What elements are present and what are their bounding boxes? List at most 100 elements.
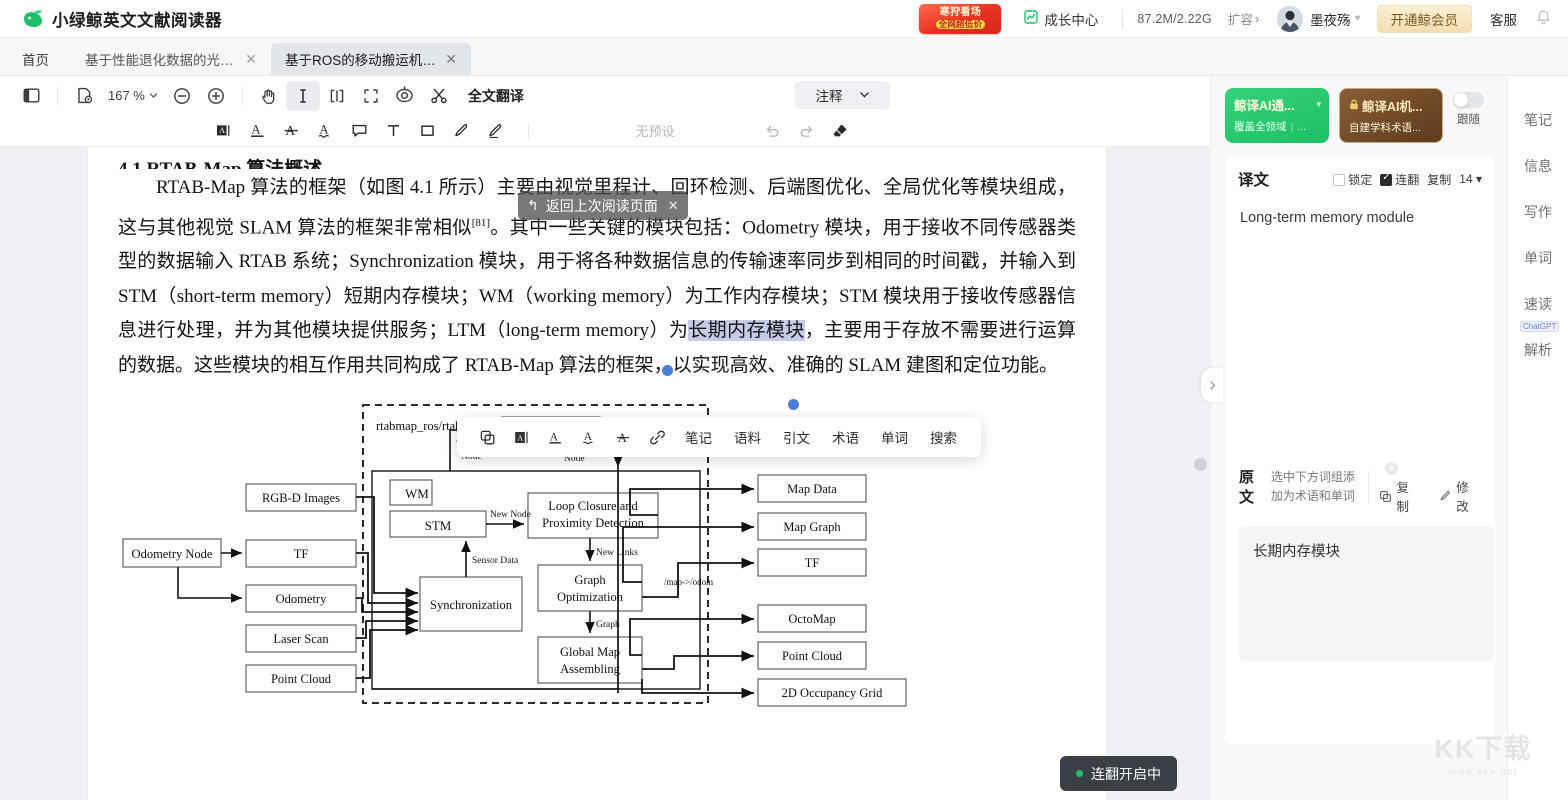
- tab-home[interactable]: 首页: [0, 43, 71, 75]
- undo-icon[interactable]: [755, 117, 789, 145]
- strike-a-icon[interactable]: A: [606, 422, 640, 452]
- chevron-down-icon: [859, 88, 870, 103]
- user-name[interactable]: 墨夜殇: [1310, 9, 1351, 29]
- promo-badge[interactable]: 寒狩看场 全网超低价: [919, 4, 1001, 34]
- original-text: 长期内存模块: [1253, 544, 1340, 560]
- rail-item-info[interactable]: 信息: [1524, 156, 1552, 176]
- close-icon[interactable]: ✕: [1385, 462, 1398, 475]
- selection-action-word[interactable]: 单词: [870, 427, 919, 447]
- squiggly-underline-tool[interactable]: A: [308, 117, 342, 145]
- vip-subscribe-button[interactable]: 开通鲸会员: [1377, 5, 1473, 33]
- full-translate-button[interactable]: 全文翻译: [468, 86, 524, 106]
- checkbox-box: [1333, 174, 1345, 186]
- redo-icon[interactable]: [789, 117, 823, 145]
- document-viewport[interactable]: 4.1 RTAB-Map 算法概述 RTAB-Map 算法的框架（如图 4.1 …: [0, 147, 1210, 800]
- pen-tool[interactable]: [444, 117, 478, 145]
- rail-item-words[interactable]: 单词: [1524, 248, 1552, 268]
- strikethrough-tool[interactable]: A: [274, 117, 308, 145]
- snip-tool-icon[interactable]: [422, 81, 456, 111]
- support-link[interactable]: 客服: [1490, 9, 1517, 29]
- copy-original-button[interactable]: 复制: [1379, 477, 1421, 515]
- selection-action-citation[interactable]: 引文: [772, 427, 821, 447]
- sticky-note-tool[interactable]: [342, 117, 376, 145]
- sidebar-panel-icon[interactable]: [14, 81, 48, 111]
- collapse-panel-button[interactable]: [1201, 368, 1223, 402]
- back-to-last-page-label: 返回上次阅读页面: [546, 196, 658, 216]
- annotation-mode-select[interactable]: 注释: [795, 81, 890, 109]
- follow-toggle[interactable]: [1453, 92, 1484, 108]
- hand-tool-icon[interactable]: [252, 81, 286, 111]
- zoom-in-icon[interactable]: [199, 81, 233, 111]
- zoom-out-icon[interactable]: [165, 81, 199, 111]
- original-hint: 选中下方词组添 加为术语和单词 ✕: [1271, 468, 1361, 506]
- original-text-box[interactable]: 长期内存模块: [1239, 526, 1494, 661]
- lock-checkbox[interactable]: 锁定: [1333, 171, 1372, 188]
- tab-document-1[interactable]: 基于性能退化数据的光纤... ✕: [71, 43, 271, 75]
- scroll-position-dot[interactable]: [1194, 458, 1207, 471]
- chain-translate-checkbox[interactable]: 连翻: [1380, 171, 1419, 188]
- chevron-down-icon[interactable]: ▾: [1316, 99, 1321, 110]
- rail-item-writing[interactable]: 写作: [1524, 202, 1552, 222]
- rail-item-speedread[interactable]: 速读: [1524, 294, 1552, 314]
- selection-handle-end[interactable]: [788, 399, 799, 410]
- selection-action-search[interactable]: 搜索: [919, 427, 968, 447]
- toolbar-divider: [57, 87, 58, 105]
- selection-action-corpus[interactable]: 语料: [723, 427, 772, 447]
- promo-line2: 全网超低价: [936, 20, 986, 29]
- expand-storage-link[interactable]: 扩容 ›: [1228, 9, 1259, 28]
- close-icon[interactable]: ✕: [445, 51, 457, 68]
- citation-ref[interactable]: [81]: [472, 217, 490, 229]
- svg-text:OctoMap: OctoMap: [788, 612, 835, 626]
- text-tool[interactable]: [376, 117, 410, 145]
- rail-item-notes[interactable]: 笔记: [1524, 110, 1552, 130]
- preset-input[interactable]: 无预设: [555, 118, 755, 144]
- original-hint-line2: 加为术语和单词: [1271, 489, 1355, 503]
- back-to-last-page-button[interactable]: ↰ 返回上次阅读页面 ✕: [518, 191, 688, 220]
- engine-card-secondary[interactable]: 鲸译AI机... 自建学科术语...: [1339, 88, 1443, 143]
- squiggly-a-icon[interactable]: A: [572, 422, 606, 452]
- edge-label-new-node: New Node: [490, 510, 531, 520]
- chevron-down-icon: ▾: [1476, 172, 1482, 186]
- text-cursor-icon[interactable]: [286, 81, 320, 111]
- fullscreen-icon[interactable]: [354, 81, 388, 111]
- storage-quota: 87.2M/2.22G: [1137, 12, 1211, 26]
- selection-handle-start[interactable]: [662, 365, 673, 376]
- rail-item-analysis[interactable]: ChatGPT 解析: [1524, 340, 1552, 360]
- edit-original-button[interactable]: 修改: [1439, 477, 1481, 515]
- copy-translation-button[interactable]: 复制: [1427, 171, 1451, 188]
- zoom-level-control[interactable]: 167 %: [101, 88, 165, 103]
- eraser-icon[interactable]: [823, 117, 857, 145]
- engine-card-primary[interactable]: 鲸译AI通... ▾ 覆盖全领域 | ...: [1225, 88, 1329, 143]
- selection-action-note[interactable]: 笔记: [674, 427, 723, 447]
- svg-text:Loop Closure and: Loop Closure and: [548, 499, 638, 513]
- page-thumbnail-icon[interactable]: [67, 81, 101, 111]
- svg-text:A: A: [549, 431, 558, 443]
- eye-protect-icon[interactable]: [388, 81, 422, 111]
- copy-icon[interactable]: [470, 422, 504, 452]
- header-right: 寒狩看场 全网超低价 成长中心 87.2M/2.22G 扩容 ›: [919, 4, 1568, 34]
- user-avatar[interactable]: [1277, 6, 1303, 32]
- vip-button-label: 开通鲸会员: [1391, 9, 1459, 29]
- highlighter-tool[interactable]: [478, 117, 512, 145]
- close-icon[interactable]: ✕: [245, 51, 257, 68]
- link-icon[interactable]: [640, 422, 674, 452]
- split-view-icon[interactable]: [320, 81, 354, 111]
- tab-document-2[interactable]: 基于ROS的移动搬运机器... ✕: [271, 43, 471, 75]
- font-size-select[interactable]: 14 ▾: [1459, 172, 1482, 186]
- close-icon[interactable]: ✕: [668, 198, 679, 214]
- rectangle-tool[interactable]: [410, 117, 444, 145]
- selection-context-toolbar: A A A A 笔记 语料 引文 术语 单词 搜索: [457, 417, 981, 457]
- engine-card-primary-more[interactable]: ...: [1297, 121, 1306, 133]
- translate-box-icon[interactable]: A: [504, 422, 538, 452]
- underline-tool[interactable]: A: [240, 117, 274, 145]
- text-box-tool[interactable]: A: [206, 117, 240, 145]
- original-hint-line1: 选中下方词组添: [1271, 470, 1355, 484]
- section-heading: 4.1 RTAB-Map 算法概述: [118, 153, 1076, 169]
- growth-center-link[interactable]: 成长中心: [1023, 9, 1098, 29]
- toast-notification: 连翻开启中: [1060, 756, 1177, 791]
- underline-a-icon[interactable]: A: [538, 422, 572, 452]
- highlighted-selection[interactable]: 长期内存模块: [688, 320, 804, 341]
- bell-icon[interactable]: [1535, 9, 1552, 29]
- selection-action-term[interactable]: 术语: [821, 427, 870, 447]
- translation-tools: 锁定 连翻 复制 14 ▾: [1333, 171, 1482, 188]
